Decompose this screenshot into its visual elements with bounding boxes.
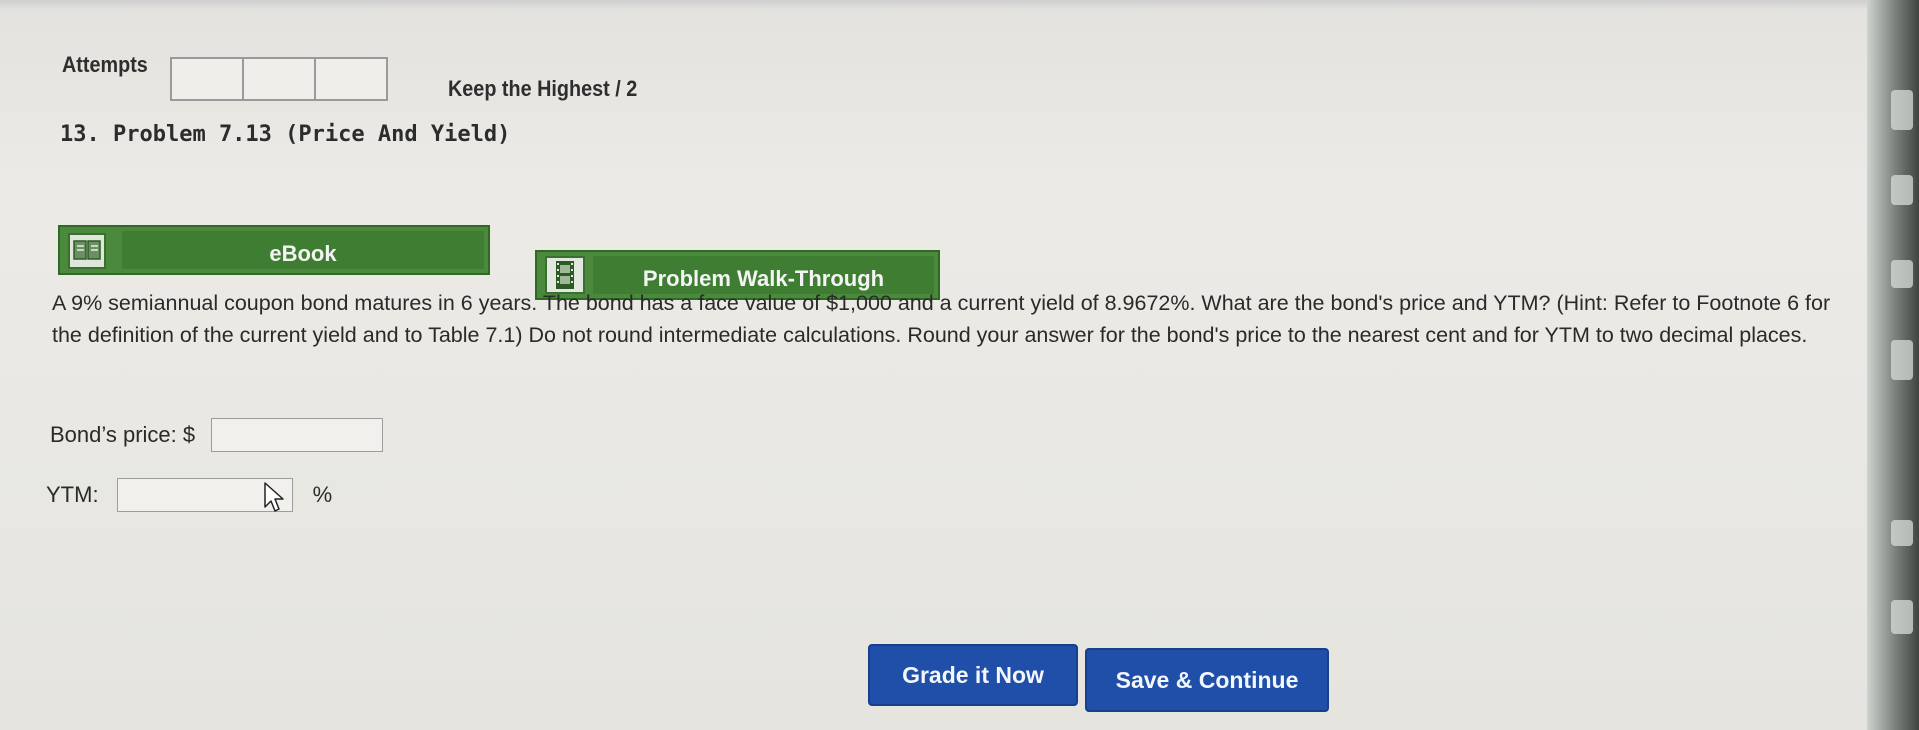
keep-highest-score: Keep the Highest / 2 <box>448 76 638 101</box>
bond-price-row: Bond’s price: $ <box>50 418 384 452</box>
attempt-box-3 <box>314 57 388 101</box>
grade-it-now-button[interactable]: Grade it Now <box>868 644 1078 706</box>
question-text: A 9% semiannual coupon bond matures in 6… <box>52 291 1831 347</box>
bond-price-input[interactable] <box>211 418 384 452</box>
ytm-percent-unit: % <box>312 482 333 507</box>
problem-title: 13. Problem 7.13 (Price And Yield) <box>60 122 511 147</box>
ytm-row: YTM: % <box>46 478 332 512</box>
ytm-label: YTM: <box>46 482 99 507</box>
attempt-box-1 <box>170 57 244 101</box>
attempts-label: Attempts <box>62 52 148 77</box>
attempt-box-2 <box>242 57 316 101</box>
assignment-page: Attempts Keep the Highest / 2 13. Proble… <box>0 0 1919 730</box>
book-icon <box>68 233 106 269</box>
mouse-cursor-icon <box>257 480 291 514</box>
side-panel-edge <box>1867 0 1919 730</box>
save-continue-button[interactable]: Save & Continue <box>1085 648 1329 712</box>
browser-top-edge <box>0 0 1870 10</box>
ebook-label: eBook <box>269 241 337 266</box>
bond-price-label: Bond’s price: $ <box>50 422 196 447</box>
attempt-tracker <box>170 57 388 101</box>
ebook-button[interactable]: eBook <box>58 225 490 275</box>
